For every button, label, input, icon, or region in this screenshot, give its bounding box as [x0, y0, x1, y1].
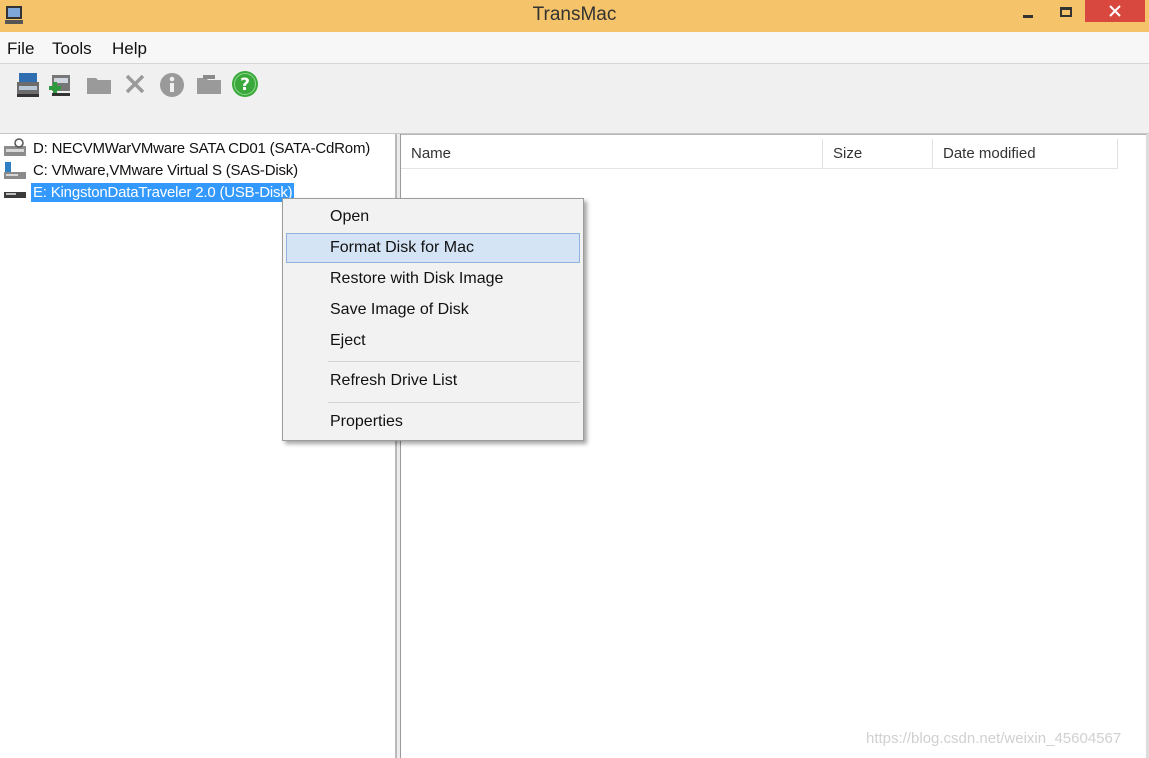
watermark-text: https://blog.csdn.net/weixin_45604567	[866, 730, 1122, 747]
context-menu: Open Format Disk for Mac Restore with Di…	[282, 198, 584, 441]
menu-item-format-disk-for-mac[interactable]: Format Disk for Mac	[286, 233, 580, 263]
folder-open-icon[interactable]	[194, 69, 224, 99]
drive-item-d[interactable]: D: NECVMWarVMware SATA CD01 (SATA-CdRom)	[2, 137, 372, 159]
menu-tools[interactable]: Tools	[52, 39, 92, 59]
menu-item-save-image-of-disk[interactable]: Save Image of Disk	[286, 295, 580, 325]
menu-bar: File Tools Help	[0, 32, 1149, 64]
drive-add-icon[interactable]	[46, 69, 76, 99]
delete-icon[interactable]	[120, 69, 150, 99]
info-icon[interactable]	[157, 69, 187, 99]
title-bar: TransMac	[0, 0, 1149, 32]
menu-file[interactable]: File	[7, 39, 34, 59]
minimize-icon	[1023, 14, 1033, 18]
menu-item-refresh-drive-list[interactable]: Refresh Drive List	[286, 366, 580, 396]
menu-item-properties[interactable]: Properties	[286, 407, 580, 437]
menu-item-open[interactable]: Open	[286, 202, 580, 232]
toolbar: ?	[0, 64, 1149, 134]
close-icon	[1109, 5, 1121, 17]
maximize-icon	[1060, 7, 1072, 17]
minimize-button[interactable]	[1012, 0, 1044, 24]
column-header-date-modified[interactable]: Date modified	[933, 139, 1118, 169]
drive-item-c[interactable]: C: VMware,VMware Virtual S (SAS-Disk)	[2, 159, 300, 181]
menu-separator	[328, 361, 580, 362]
drive-label: C: VMware,VMware Virtual S (SAS-Disk)	[33, 161, 298, 179]
menu-item-restore-with-disk-image[interactable]: Restore with Disk Image	[286, 264, 580, 294]
hard-disk-icon	[4, 162, 26, 179]
svg-text:?: ?	[240, 75, 250, 95]
column-header-name[interactable]: Name	[401, 139, 823, 169]
menu-separator	[328, 402, 580, 403]
maximize-button[interactable]	[1050, 0, 1082, 24]
close-button[interactable]	[1085, 0, 1145, 22]
menu-help[interactable]: Help	[112, 39, 147, 59]
menu-item-eject[interactable]: Eject	[286, 326, 580, 356]
drive-item-e[interactable]: E: KingstonDataTraveler 2.0 (USB-Disk)	[2, 181, 295, 203]
help-icon[interactable]: ?	[230, 69, 260, 99]
folder-icon[interactable]	[84, 69, 114, 99]
drive-label-selected: E: KingstonDataTraveler 2.0 (USB-Disk)	[31, 182, 295, 202]
column-header-size[interactable]: Size	[823, 139, 933, 169]
file-list-header: Name Size Date modified	[401, 139, 1118, 169]
usb-drive-icon	[4, 192, 26, 198]
window-title: TransMac	[532, 4, 617, 25]
cdrom-drive-icon	[4, 138, 26, 156]
drive-open-icon[interactable]	[13, 69, 43, 99]
drive-label: D: NECVMWarVMware SATA CD01 (SATA-CdRom)	[33, 139, 371, 157]
